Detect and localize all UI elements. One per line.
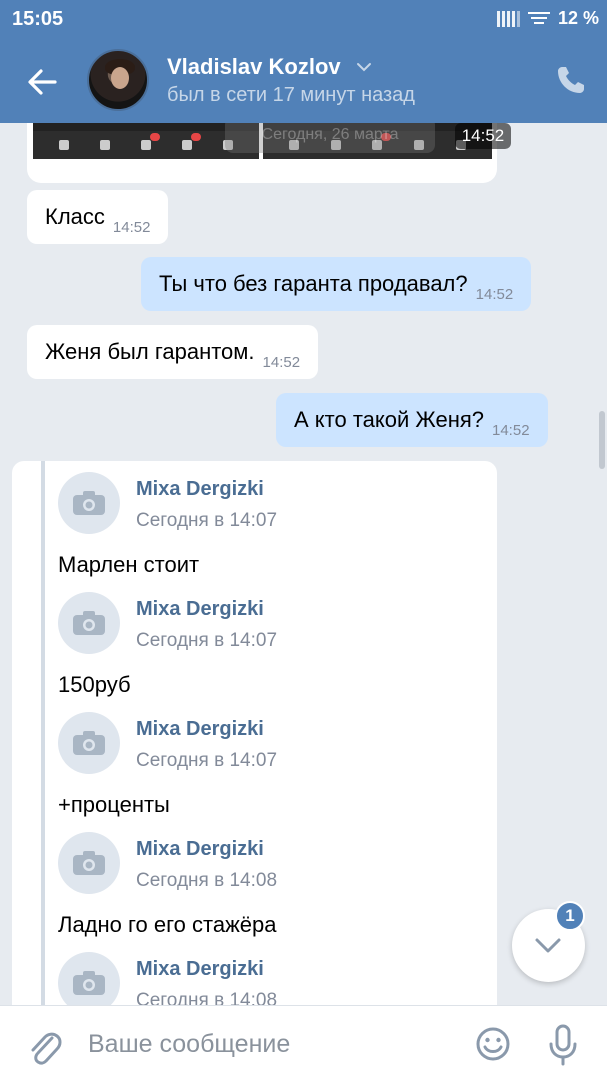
status-bar: 15:05 12 % (0, 0, 607, 38)
camera-icon[interactable] (58, 712, 120, 774)
paperclip-icon[interactable] (26, 1026, 62, 1066)
unread-badge: 1 (555, 901, 585, 931)
forward-text: 150руб (58, 672, 131, 697)
contact-name[interactable]: Vladislav Kozlov (167, 54, 341, 80)
forward-date: Сегодня в 14:07 (136, 510, 278, 531)
chevron-down-icon (535, 938, 561, 953)
message-text: Класс (45, 204, 105, 229)
message-time: 14:52 (475, 286, 514, 303)
message-text: А кто такой Женя? (294, 407, 484, 432)
forward-text: Марлен стоит (58, 552, 200, 577)
status-indicators: 12 % (496, 8, 599, 29)
forward-quote-line (41, 461, 45, 1005)
status-time: 15:05 (12, 8, 64, 30)
message-bubble-incoming[interactable]: Женя был гарантом. 14:52 (27, 325, 319, 379)
message-bubble-outgoing[interactable]: Ты что без гаранта продавал? 14:52 (141, 257, 532, 311)
contact-avatar[interactable] (87, 49, 149, 111)
forward-date: Сегодня в 14:08 (136, 870, 278, 891)
camera-icon[interactable] (58, 952, 120, 1005)
forward-date: Сегодня в 14:07 (136, 630, 278, 651)
message-time: 14:52 (112, 219, 151, 236)
message-time: 14:52 (262, 354, 301, 371)
image-attachments[interactable]: Сегодня, 26 марта 14:52 (27, 123, 511, 183)
forward-text: +проценты (58, 792, 170, 817)
battery-level: 12 % (557, 8, 599, 28)
back-arrow-icon[interactable] (22, 62, 62, 102)
message-text: Ты что без гаранта продавал? (159, 271, 468, 296)
message-bubble-incoming[interactable]: Класс 14:52 (27, 190, 169, 244)
message-bubble-outgoing[interactable]: А кто такой Женя? 14:52 (276, 393, 548, 447)
emoji-icon[interactable] (475, 1026, 511, 1062)
date-overlay: Сегодня, 26 марта (225, 123, 435, 153)
camera-icon[interactable] (58, 592, 120, 654)
scrollbar[interactable] (599, 411, 605, 469)
forward-author[interactable]: Mixa Dergizki (136, 478, 264, 501)
forward-author[interactable]: Mixa Dergizki (136, 838, 264, 861)
chat-header: 15:05 12 % Vladislav Kozlov был в сети 1… (0, 0, 607, 123)
camera-icon[interactable] (58, 472, 120, 534)
message-composer (0, 1005, 607, 1080)
message-text: Женя был гарантом. (45, 339, 255, 364)
message-input[interactable] (88, 1024, 448, 1064)
microphone-icon[interactable] (548, 1024, 578, 1066)
forward-date: Сегодня в 14:07 (136, 750, 278, 771)
forward-text: Ладно го его стажёра (58, 912, 277, 937)
wifi-icon (527, 11, 550, 24)
forward-author[interactable]: Mixa Dergizki (136, 598, 264, 621)
forward-author[interactable]: Mixa Dergizki (136, 718, 264, 741)
forward-author[interactable]: Mixa Dergizki (136, 958, 264, 981)
contact-last-seen: был в сети 17 минут назад (167, 84, 415, 106)
camera-icon[interactable] (58, 832, 120, 894)
forward-date: Сегодня в 14:08 (136, 990, 278, 1005)
message-list[interactable]: Сегодня, 26 марта 14:52 Класс 14:52 Ты чт… (0, 123, 607, 1005)
forwarded-messages[interactable]: Mixa Dergizki Сегодня в 14:07 Марлен сто… (12, 461, 497, 1005)
chevron-down-icon[interactable] (355, 60, 373, 74)
image-time: 14:52 (455, 123, 511, 149)
message-time: 14:52 (492, 422, 530, 439)
signal-icon (496, 10, 520, 27)
phone-icon[interactable] (553, 62, 589, 98)
